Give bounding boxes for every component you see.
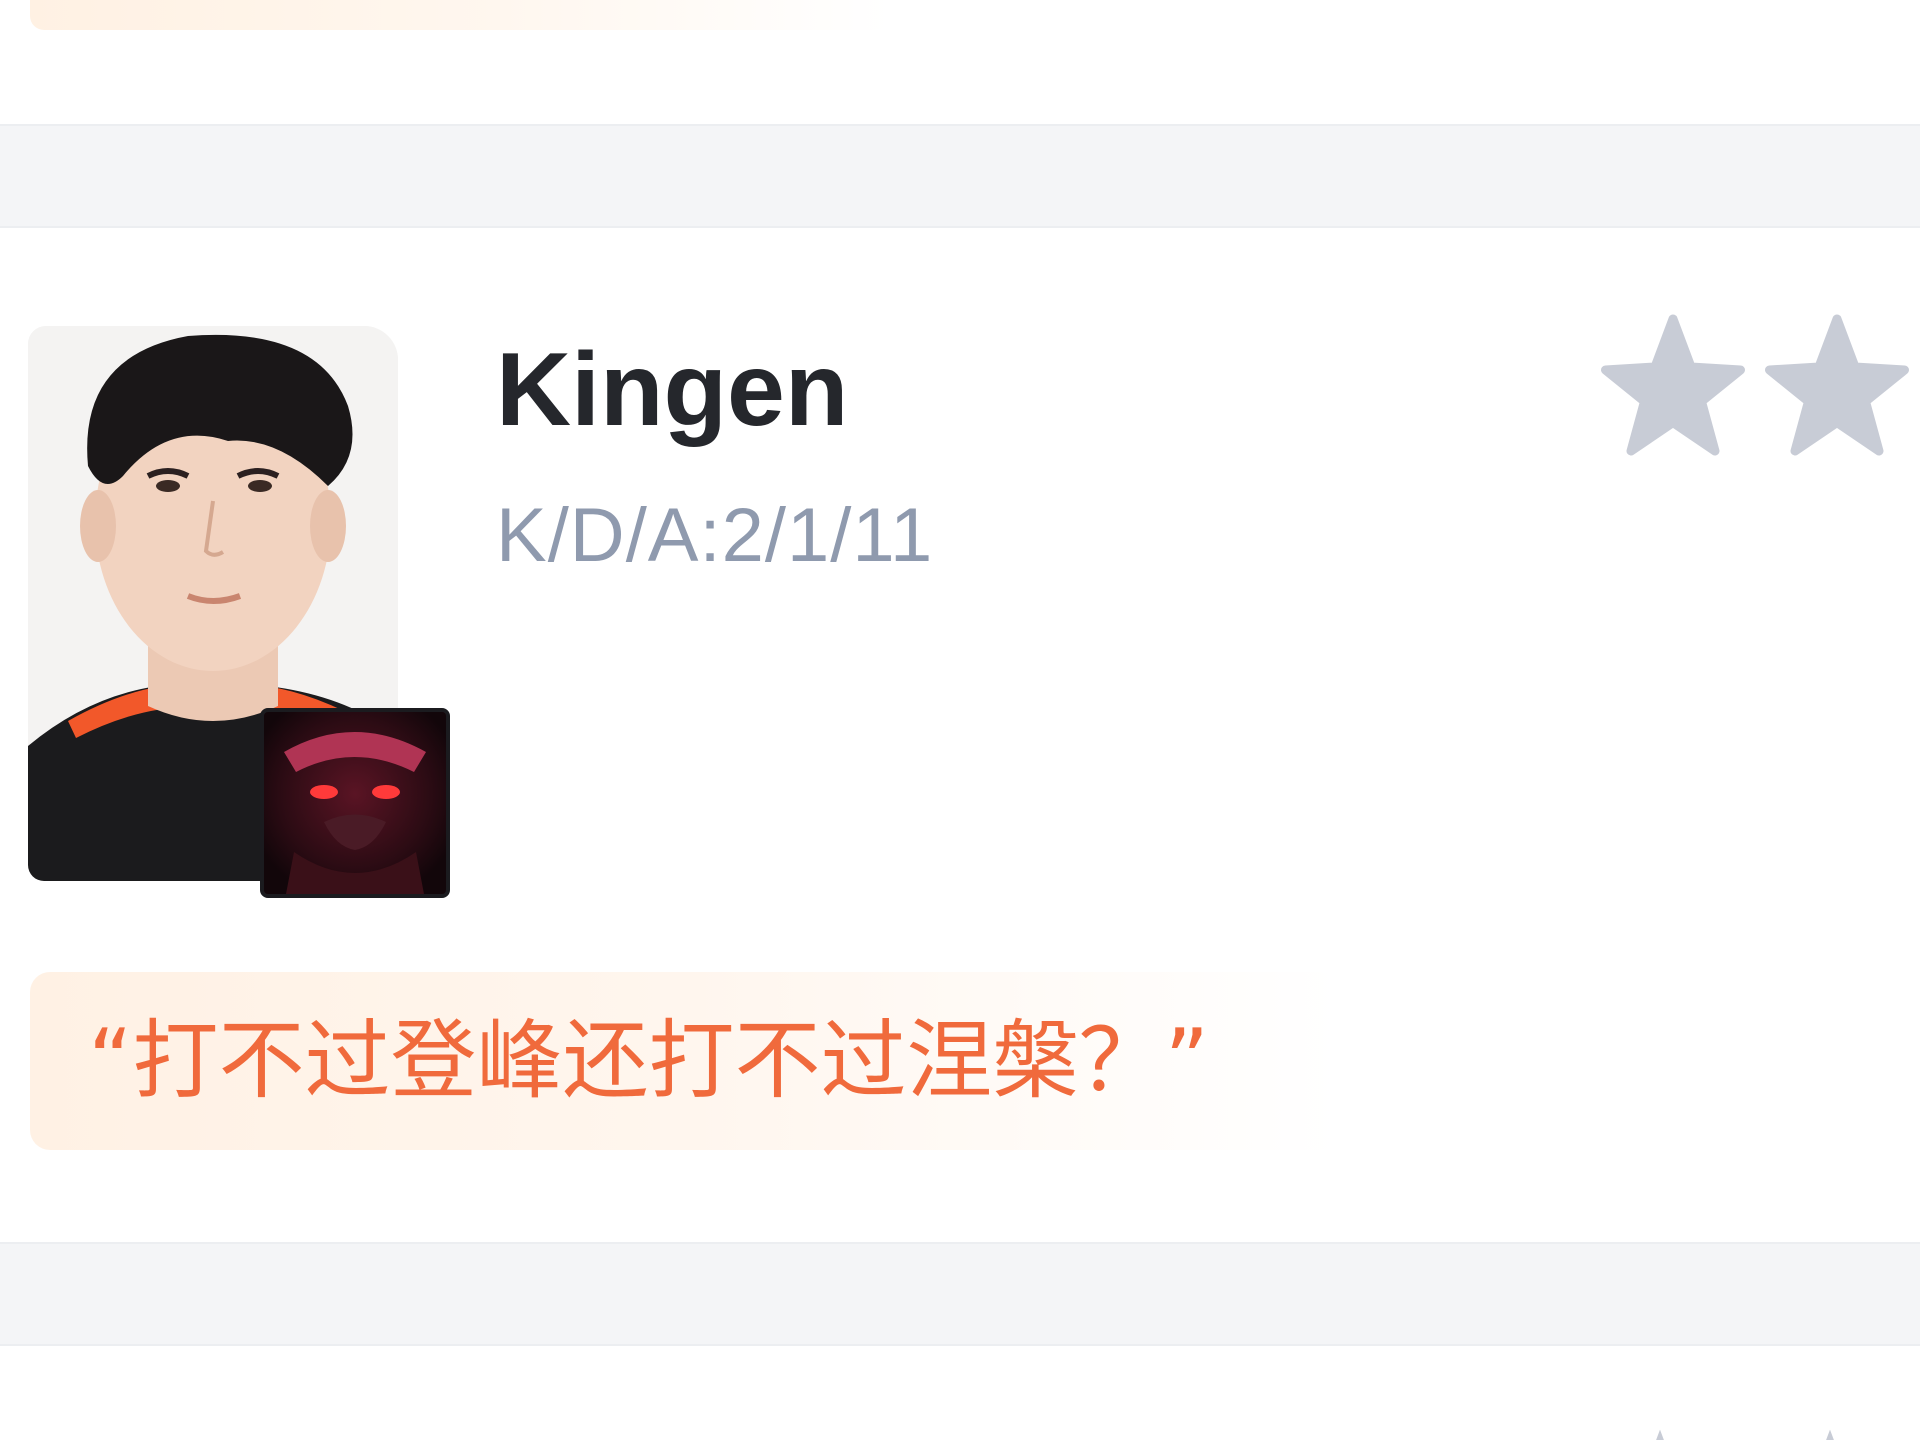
champion-portrait-icon [260, 708, 450, 898]
card-separator [0, 1242, 1920, 1346]
star-icon[interactable] [1762, 310, 1912, 460]
rating-stars[interactable] [1598, 310, 1920, 460]
star-icon [1800, 1426, 1860, 1440]
previous-quote-box [30, 0, 890, 30]
card-separator [0, 124, 1920, 228]
player-name: Kingen [496, 332, 849, 448]
player-kda: K/D/A:2/1/11 [496, 493, 934, 578]
page: Kingen K/D/A:2/1/11 “打不过登峰还打不过涅槃？” [0, 0, 1920, 1440]
star-icon[interactable] [1598, 310, 1748, 460]
star-icon [1630, 1426, 1690, 1440]
player-quote: “打不过登峰还打不过涅槃？” [88, 1011, 1210, 1111]
player-rating-card[interactable]: Kingen K/D/A:2/1/11 “打不过登峰还打不过涅槃？” [0, 228, 1920, 1242]
previous-player-card [0, 0, 1920, 124]
next-player-card [0, 1346, 1920, 1440]
